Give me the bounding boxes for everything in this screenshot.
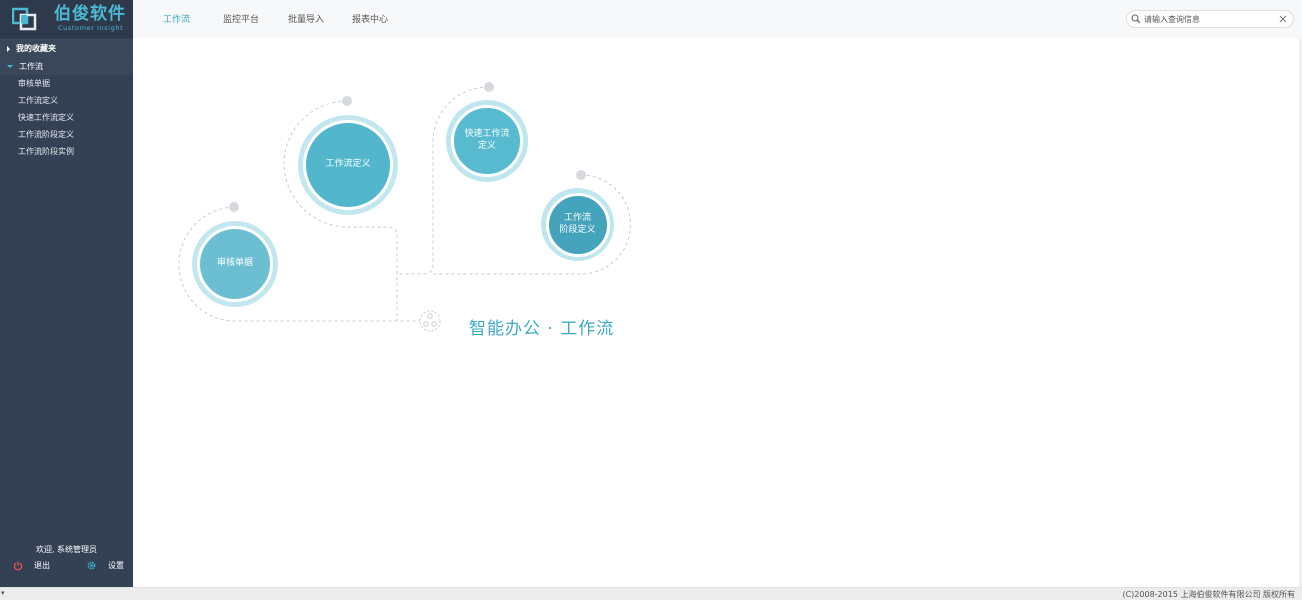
node-quick-workflow-definition[interactable]: 快速工作流 定义: [446, 100, 528, 182]
menu-group-workflow[interactable]: 工作流: [0, 57, 133, 75]
search-icon[interactable]: [1130, 13, 1142, 25]
sidebar-item-label: 工作流阶段实例: [18, 147, 74, 156]
corner-mark: ▾: [1, 589, 5, 597]
logo[interactable]: 伯俊软件 Customer Insight: [0, 0, 133, 38]
node-workflow-stage-definition[interactable]: 工作流 阶段定义: [541, 188, 614, 261]
tab-report-center[interactable]: 报表中心: [352, 12, 388, 25]
tab-batch-import[interactable]: 批量导入: [288, 12, 324, 25]
settings-label: 设置: [108, 561, 124, 570]
sidebar-item-label: 审核单据: [18, 79, 50, 88]
tab-workflow[interactable]: 工作流: [163, 12, 190, 25]
workflow-hub-icon: [419, 310, 441, 332]
sidebar: 伯俊软件 Customer Insight 我的收藏夹 工作流 审核单据 工作流…: [0, 0, 133, 587]
caret-right-icon: [7, 45, 10, 52]
workflow-banner: 智能办公 · 工作流: [469, 319, 615, 339]
menu-group-label: 我的收藏夹: [16, 44, 56, 53]
node-label-line1: 工作流: [563, 212, 591, 223]
settings-button[interactable]: 设置: [86, 560, 124, 571]
menu-group-label: 工作流: [19, 62, 43, 71]
gear-icon: [86, 560, 97, 571]
node-review-documents[interactable]: 审核单据: [192, 221, 278, 307]
node-label-line2: 定义: [477, 141, 496, 151]
sidebar-item-workflow-stage-instance[interactable]: 工作流阶段实例: [0, 143, 133, 160]
sidebar-item-label: 工作流阶段定义: [18, 130, 74, 139]
node-label-line1: 快速工作流: [464, 129, 510, 140]
sidebar-item-workflow-stage-definition[interactable]: 工作流阶段定义: [0, 126, 133, 143]
power-icon: [12, 560, 23, 571]
menu-group-favorites[interactable]: 我的收藏夹: [0, 39, 133, 57]
search-input[interactable]: [1144, 12, 1274, 26]
node-label: 工作流定义: [325, 159, 371, 170]
sidebar-item-workflow-definition[interactable]: 工作流定义: [0, 92, 133, 109]
sidebar-item-quick-workflow-definition[interactable]: 快速工作流定义: [0, 109, 133, 126]
sidebar-item-label: 工作流定义: [18, 96, 58, 105]
app-title: 伯俊软件: [54, 4, 126, 25]
footer: ▾ (C)2008-2015 上海伯俊软件有限公司 版权所有: [0, 587, 1302, 600]
workflow-connectors: [178, 82, 631, 332]
sidebar-item-review-documents[interactable]: 审核单据: [0, 75, 133, 92]
logout-label: 退出: [34, 561, 50, 570]
node-workflow-definition[interactable]: 工作流定义: [298, 115, 398, 215]
caret-down-icon: [7, 65, 13, 68]
close-icon[interactable]: [1277, 13, 1289, 25]
search-box: [1126, 10, 1294, 28]
logo-icon: [11, 6, 38, 32]
app-subtitle: Customer Insight: [58, 24, 124, 33]
node-label-line2: 阶段定义: [559, 224, 596, 235]
node-label: 审核单据: [216, 258, 253, 269]
sidebar-item-label: 快速工作流定义: [18, 113, 74, 122]
tab-monitoring-platform[interactable]: 监控平台: [223, 12, 259, 25]
logout-button[interactable]: 退出: [12, 560, 50, 571]
copyright-text: (C)2008-2015 上海伯俊软件有限公司 版权所有: [1122, 590, 1295, 599]
main-content: 审核单据 工作流定义 快速工作流 定义 工作流 阶段定义 智能办公 · 工作流: [133, 38, 1302, 587]
welcome-text: 欢迎, 系统管理员: [35, 545, 98, 554]
